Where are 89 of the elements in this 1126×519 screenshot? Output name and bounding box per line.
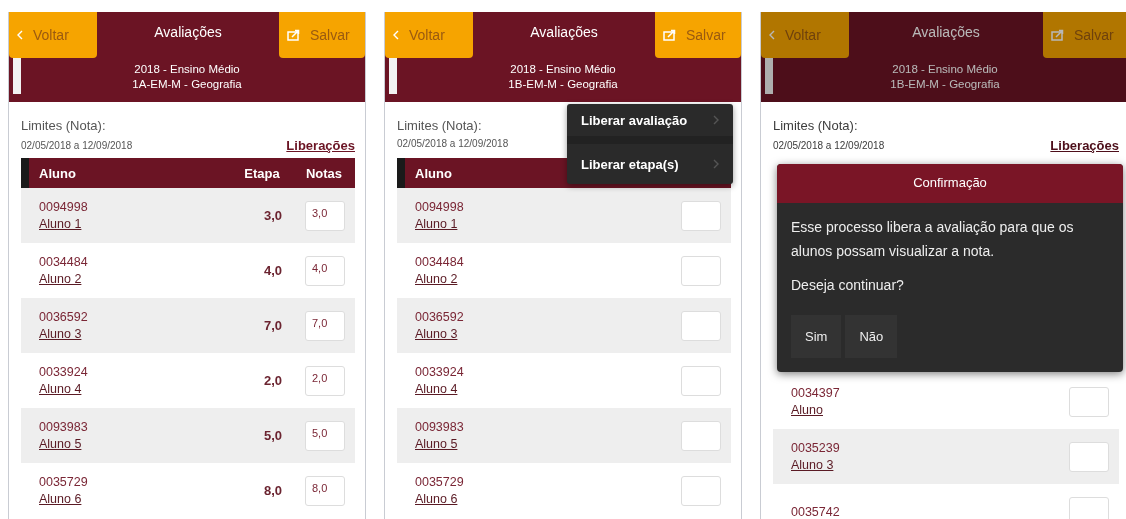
student-name-link[interactable]: Aluno 3 [791,458,834,472]
menu-item[interactable]: Liberar avaliação [567,104,733,144]
chevron-right-icon [713,159,719,169]
dialog-question: Deseja continuar? [791,276,905,295]
student-id: 0036592 [415,310,465,324]
student-id: 0034397 [791,386,841,400]
stage-grade: 4,0 [262,263,284,278]
page-title: Avaliações [153,23,223,42]
stage-grade: 3,0 [262,208,284,223]
grade-input[interactable] [681,255,721,286]
export-icon [1051,29,1064,41]
student-id: 0034484 [39,255,89,269]
column-header: Aluno [414,165,452,181]
student-id: 0033924 [415,365,465,379]
class-info: 2018 - Ensino Médio [509,62,617,77]
page-title: Avaliações [911,23,981,42]
releases-link[interactable]: Liberações [1050,138,1119,153]
class-info: 1A-EM-M - Geografia [131,77,243,92]
menu-item[interactable]: Liberar etapa(s) [567,144,733,184]
grade-input[interactable] [681,365,721,396]
student-name-link[interactable]: Aluno 4 [415,382,458,396]
student-name-link[interactable]: Aluno 2 [39,272,82,286]
student-id: 0093983 [415,420,465,434]
releases-link[interactable]: Liberações [286,138,355,153]
dialog-title: Confirmação [777,164,1123,203]
student-name-link[interactable]: Aluno 5 [415,437,458,451]
limits-label: Limites (Nota): [773,118,858,133]
student-id: 0034484 [415,255,465,269]
stage-grade: 2,0 [262,373,284,388]
student-name-link[interactable]: Aluno 3 [415,327,458,341]
grade-input[interactable] [681,475,721,506]
student-id: 0036592 [39,310,89,324]
student-id: 0033924 [39,365,89,379]
scroll-indicator [765,58,773,94]
back-icon [17,30,23,40]
student-name-link[interactable]: Aluno [791,403,823,417]
grade-input[interactable] [1069,441,1109,472]
grade-input[interactable]: 5,0 [305,420,345,451]
student-id: 0035729 [415,475,465,489]
limits-label: Limites (Nota): [397,118,482,133]
back-icon [769,30,775,40]
scroll-indicator [13,58,21,94]
grade-input[interactable] [681,420,721,451]
student-name-link[interactable]: Aluno 5 [39,437,82,451]
class-info: 1B-EM-M - Geografia [507,77,619,92]
grade-input[interactable]: 7,0 [305,310,345,341]
grade-input[interactable]: 8,0 [305,475,345,506]
scroll-indicator [389,58,397,94]
student-name-link[interactable]: Aluno 6 [39,492,82,506]
student-name-link[interactable]: Aluno 2 [415,272,458,286]
grade-input[interactable] [681,200,721,231]
dialog-button[interactable]: Sim [791,315,842,358]
export-icon [287,29,300,41]
class-info: 1B-EM-M - Geografia [889,77,1001,92]
export-icon [663,29,676,41]
student-name-link[interactable]: Aluno 6 [415,492,458,506]
grade-input[interactable] [681,310,721,341]
student-id: 0093983 [39,420,89,434]
student-id: 0035729 [39,475,89,489]
limits-label: Limites (Nota): [21,118,106,133]
student-id: 0094998 [39,200,89,214]
student-name-link[interactable]: Aluno 1 [415,217,458,231]
student-id: 0035742 [791,504,841,519]
stage-grade: 5,0 [262,428,284,443]
dialog-button[interactable]: Não [845,315,898,358]
dialog-message: Esse processo libera a avaliação para que os alunos possam visualizar a nota. [791,218,1075,261]
date-range: 02/05/2018 a 12/09/2018 [397,138,509,149]
stage-grade: 8,0 [262,483,284,498]
grade-input[interactable]: 3,0 [305,200,345,231]
grade-input[interactable]: 2,0 [305,365,345,396]
column-header: Notas [304,165,344,181]
chevron-right-icon [713,115,719,125]
date-range: 02/05/2018 a 12/09/2018 [21,140,133,151]
column-header: Etapa [243,165,281,181]
grade-input[interactable]: 4,0 [305,255,345,286]
page-title: Avaliações [529,23,599,42]
student-name-link[interactable]: Aluno 3 [39,327,82,341]
column-header: Aluno [38,165,76,181]
student-id: 0094998 [415,200,465,214]
grade-input[interactable] [1069,386,1109,417]
student-id: 0035239 [791,441,841,455]
grade-input[interactable] [1069,496,1109,519]
date-range: 02/05/2018 a 12/09/2018 [773,140,885,151]
class-info: 2018 - Ensino Médio [891,62,999,77]
student-name-link[interactable]: Aluno 4 [39,382,82,396]
stage-grade: 7,0 [262,318,284,333]
class-info: 2018 - Ensino Médio [133,62,241,77]
student-name-link[interactable]: Aluno 1 [39,217,82,231]
back-icon [393,30,399,40]
